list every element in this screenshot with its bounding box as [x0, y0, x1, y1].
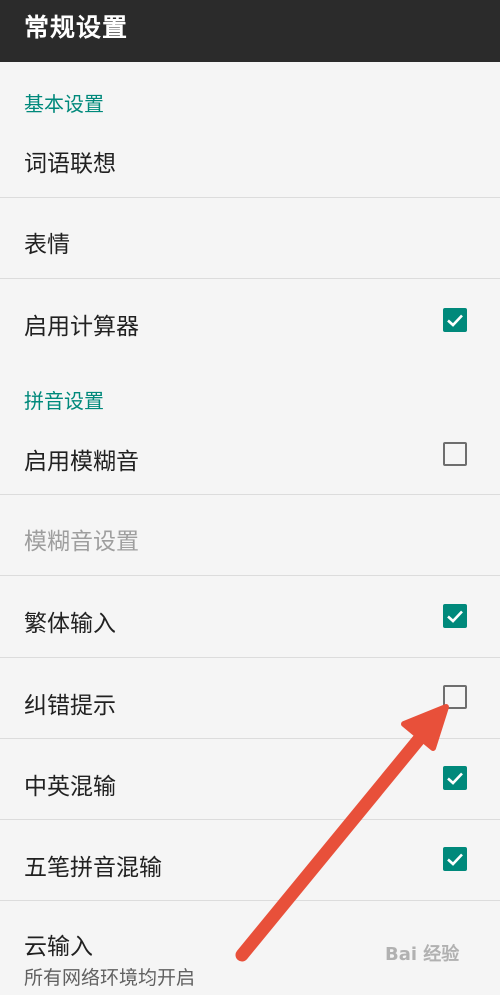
- pref-cloud-input-label: 云输入: [24, 934, 93, 960]
- pref-word-association-label: 词语联想: [24, 151, 116, 177]
- section-header-pinyin: 拼音设置: [24, 389, 104, 413]
- pref-calculator[interactable]: 启用计算器: [0, 279, 500, 379]
- error-correction-checkbox[interactable]: [443, 685, 467, 709]
- pref-cloud-input-summary: 所有网络环境均开启: [24, 967, 196, 989]
- fuzzy-sound-checkbox[interactable]: [443, 442, 467, 466]
- traditional-input-checkbox[interactable]: [443, 604, 467, 628]
- calculator-checkbox[interactable]: [443, 308, 467, 332]
- pref-fuzzy-settings: 模糊音设置: [0, 495, 500, 576]
- pref-emoji-label: 表情: [24, 232, 70, 258]
- pref-wubi-pinyin-mix[interactable]: 五笔拼音混输: [0, 820, 500, 901]
- pref-error-correction[interactable]: 纠错提示: [0, 658, 500, 739]
- pref-error-correction-label: 纠错提示: [24, 693, 116, 719]
- pref-cn-en-mix[interactable]: 中英混输: [0, 739, 500, 820]
- pref-emoji[interactable]: 表情: [0, 198, 500, 279]
- pref-word-association[interactable]: 词语联想: [0, 124, 500, 198]
- pref-fuzzy-settings-label: 模糊音设置: [24, 529, 139, 555]
- pref-calculator-label: 启用计算器: [24, 314, 139, 340]
- cn-en-mix-checkbox[interactable]: [443, 766, 467, 790]
- pref-cn-en-mix-label: 中英混输: [24, 774, 116, 800]
- wubi-pinyin-mix-checkbox[interactable]: [443, 847, 467, 871]
- section-header-basic: 基本设置: [24, 92, 104, 116]
- watermark: Bai 经验: [385, 944, 460, 965]
- pref-wubi-pinyin-mix-label: 五笔拼音混输: [24, 855, 162, 881]
- page-title: 常规设置: [24, 13, 129, 42]
- pref-fuzzy-sound-label: 启用模糊音: [24, 449, 139, 475]
- pref-fuzzy-sound[interactable]: 启用模糊音: [0, 419, 500, 495]
- title-bar: 常规设置: [0, 0, 500, 62]
- pref-traditional-input[interactable]: 繁体输入: [0, 576, 500, 658]
- pref-traditional-input-label: 繁体输入: [24, 611, 116, 637]
